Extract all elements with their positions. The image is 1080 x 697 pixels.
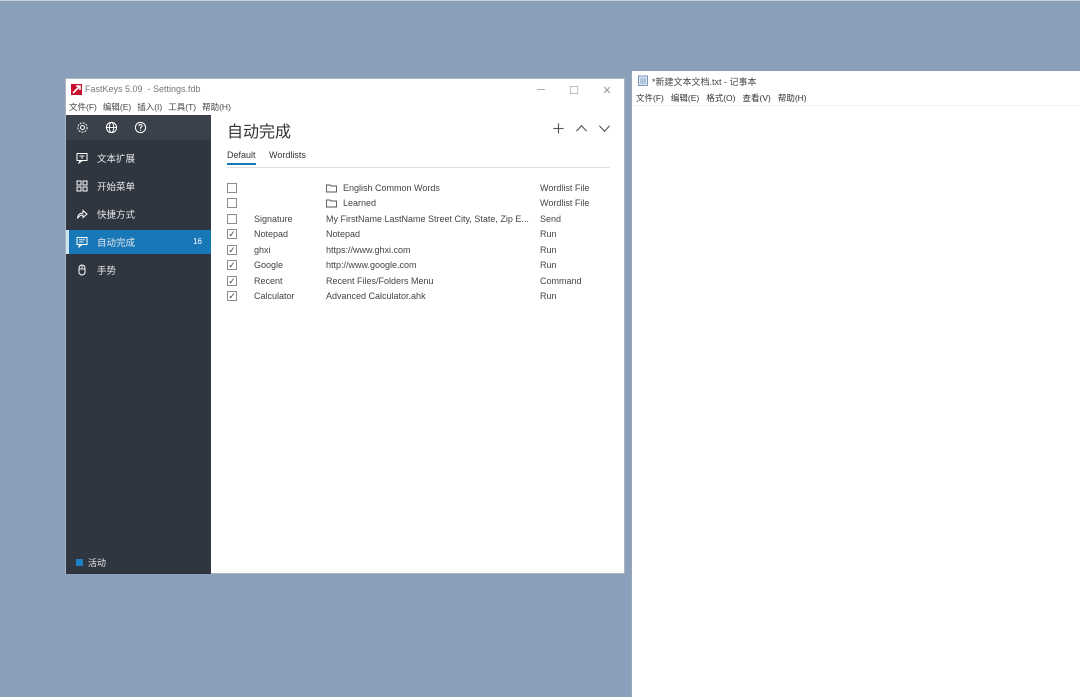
row-value: My FirstName LastName Street City, State…	[326, 214, 529, 224]
table-row[interactable]: ✓ Calculator Advanced Calculator.ahk Run	[227, 289, 617, 304]
table-row[interactable]: ✓ Recent Recent Files/Folders Menu Comma…	[227, 274, 617, 289]
row-value: Recent Files/Folders Menu	[326, 276, 434, 286]
folder-icon	[326, 183, 337, 193]
row-value: Learned	[343, 198, 377, 208]
grid-icon	[75, 179, 89, 193]
move-up-icon[interactable]	[574, 121, 588, 135]
page-title: 自动完成	[227, 124, 292, 141]
sidebar-item-label: 自动完成	[97, 238, 136, 249]
row-checkbox[interactable]: ✓	[227, 245, 237, 255]
row-type: Run	[540, 291, 557, 301]
minimize-icon[interactable]: ─	[526, 81, 556, 99]
row-value: English Common Words	[343, 183, 440, 193]
notepad-menu-format[interactable]: 格式(O)	[702, 91, 735, 105]
table-row[interactable]: ✓ Notepad Notepad Run	[227, 227, 617, 242]
notepad-menu-view[interactable]: 查看(V)	[738, 91, 770, 105]
window-title: FastKeys 5.09 - Settings.fdb	[85, 84, 201, 94]
move-down-icon[interactable]	[597, 121, 611, 135]
menu-insert[interactable]: 插入(I)	[134, 100, 162, 114]
globe-icon[interactable]	[104, 120, 119, 135]
table-row[interactable]: ✓ Google http://www.google.com Run	[227, 258, 617, 273]
row-checkbox[interactable]	[227, 214, 237, 224]
sidebar-item-label: 文本扩展	[97, 154, 136, 165]
tab-wordlists[interactable]: Wordlists	[269, 150, 306, 163]
gear-icon[interactable]	[75, 120, 90, 135]
tab-default[interactable]: Default	[227, 150, 256, 165]
notepad-titlebar[interactable]: *新建文本文档.txt - 记事本	[632, 71, 1080, 90]
sidebar: 文本扩展 开始菜单 快捷方式 自动完成 16 手势 活动	[66, 115, 211, 574]
row-checkbox[interactable]	[227, 183, 237, 193]
fastkeys-menubar: 文件(F) 编辑(E) 插入(I) 工具(T) 帮助(H)	[66, 100, 624, 114]
row-name: Recent	[254, 276, 283, 286]
row-name: ghxi	[254, 245, 271, 255]
row-name: Calculator	[254, 291, 295, 301]
notepad-menu-help[interactable]: 帮助(H)	[774, 91, 807, 105]
notepad-menu-file[interactable]: 文件(F)	[632, 91, 664, 105]
menu-file[interactable]: 文件(F)	[66, 100, 97, 114]
status-label: 活动	[88, 558, 107, 568]
table-row[interactable]: English Common Words Wordlist File	[227, 181, 617, 196]
tab-bar: Default Wordlists	[227, 150, 610, 168]
status-indicator[interactable]: 活动	[76, 556, 106, 569]
sidebar-item-shortcuts[interactable]: 快捷方式	[66, 202, 211, 226]
row-checkbox[interactable]: ✓	[227, 291, 237, 301]
share-arrow-icon	[75, 207, 89, 221]
row-name: Notepad	[254, 229, 289, 239]
row-value: http://www.google.com	[326, 260, 417, 270]
maximize-icon[interactable]: ☐	[559, 81, 589, 99]
notepad-text-area[interactable]	[632, 106, 1080, 697]
row-checkbox[interactable]: ✓	[227, 276, 237, 286]
sidebar-item-label: 开始菜单	[97, 182, 136, 193]
table-row[interactable]: Learned Wordlist File	[227, 196, 617, 211]
text-expand-icon	[75, 151, 89, 165]
row-type: Run	[540, 229, 557, 239]
row-value: Advanced Calculator.ahk	[326, 291, 426, 301]
folder-icon	[326, 198, 337, 208]
notepad-icon	[638, 75, 648, 86]
row-type: Send	[540, 214, 562, 224]
notepad-menubar: 文件(F) 编辑(E) 格式(O) 查看(V) 帮助(H)	[632, 91, 1080, 106]
menu-edit[interactable]: 编辑(E)	[100, 100, 131, 114]
sidebar-item-gestures[interactable]: 手势	[66, 258, 211, 282]
sidebar-item-autocomplete[interactable]: 自动完成 16	[66, 230, 211, 254]
status-square-icon	[76, 559, 83, 566]
notepad-title: *新建文本文档.txt - 记事本	[652, 77, 757, 87]
row-checkbox[interactable]: ✓	[227, 260, 237, 270]
row-checkbox[interactable]: ✓	[227, 229, 237, 239]
row-value: Notepad	[326, 229, 361, 239]
sidebar-item-start-menu[interactable]: 开始菜单	[66, 174, 211, 198]
desktop-top-edge	[0, 0, 1080, 1]
fastkeys-logo-icon	[71, 84, 82, 95]
row-name: Signature	[254, 214, 293, 224]
help-icon[interactable]	[133, 120, 148, 135]
menu-tools[interactable]: 工具(T)	[165, 100, 196, 114]
autocomplete-icon	[75, 235, 89, 249]
row-type: Command	[540, 276, 582, 286]
row-type: Run	[540, 260, 557, 270]
add-icon[interactable]	[551, 121, 565, 135]
row-checkbox[interactable]	[227, 198, 237, 208]
row-type: Wordlist File	[540, 183, 590, 193]
close-icon[interactable]: ✕	[592, 81, 622, 99]
fastkeys-window: FastKeys 5.09 - Settings.fdb ─ ☐ ✕ 文件(F)…	[65, 78, 625, 574]
count-badge: 16	[193, 237, 202, 246]
sidebar-item-text-expansion[interactable]: 文本扩展	[66, 146, 211, 170]
table-row[interactable]: Signature My FirstName LastName Street C…	[227, 212, 617, 227]
notepad-menu-edit[interactable]: 编辑(E)	[667, 91, 699, 105]
sidebar-item-label: 快捷方式	[97, 210, 136, 221]
notepad-window: *新建文本文档.txt - 记事本 文件(F) 编辑(E) 格式(O) 查看(V…	[631, 71, 1080, 697]
sidebar-item-label: 手势	[97, 266, 117, 277]
mouse-icon	[75, 263, 89, 277]
sidebar-toolbar	[66, 115, 211, 140]
menu-help[interactable]: 帮助(H)	[199, 100, 231, 114]
row-value: https://www.ghxi.com	[326, 245, 411, 255]
row-type: Wordlist File	[540, 198, 590, 208]
row-name: Google	[254, 260, 284, 270]
fastkeys-titlebar[interactable]: FastKeys 5.09 - Settings.fdb ─ ☐ ✕	[66, 79, 624, 100]
table-row[interactable]: ✓ ghxi https://www.ghxi.com Run	[227, 243, 617, 258]
row-type: Run	[540, 245, 557, 255]
